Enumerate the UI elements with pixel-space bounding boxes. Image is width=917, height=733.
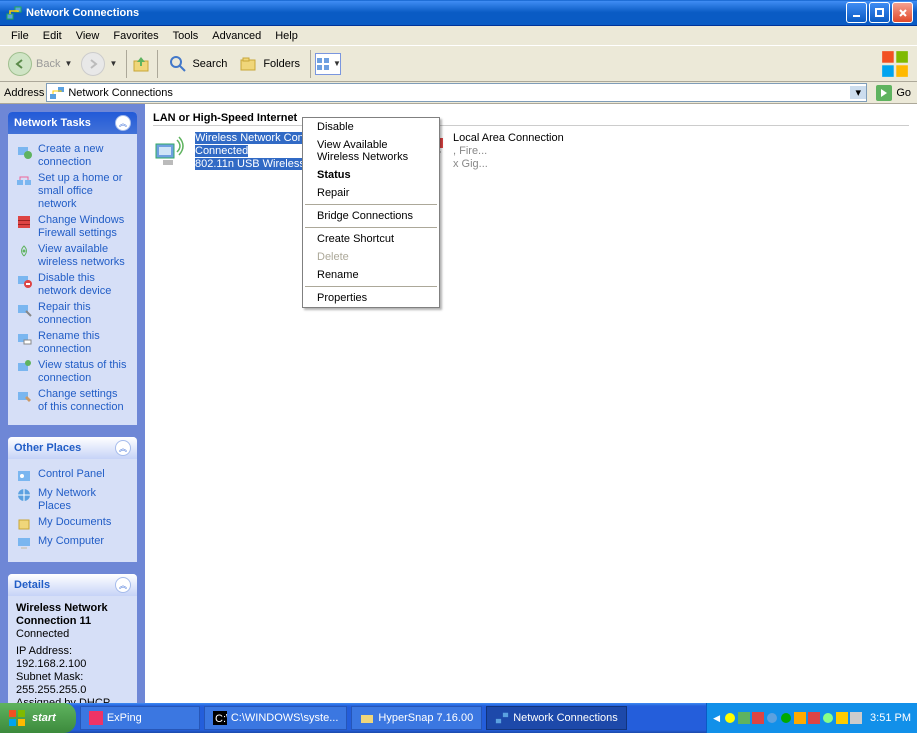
menu-tools[interactable]: Tools xyxy=(166,28,206,44)
ctx-bridge[interactable]: Bridge Connections xyxy=(303,207,439,225)
svg-text:C:\: C:\ xyxy=(215,713,227,725)
tray-icon[interactable] xyxy=(766,712,778,724)
task-view-status[interactable]: View status of this connection xyxy=(16,359,129,385)
windows-logo-icon xyxy=(877,46,913,82)
title-bar: Network Connections xyxy=(0,0,917,26)
tray-icon[interactable] xyxy=(850,712,862,724)
details-header[interactable]: Details ︽ xyxy=(8,574,137,596)
tray-icon[interactable] xyxy=(822,712,834,724)
task-rename-connection[interactable]: Rename this connection xyxy=(16,330,129,356)
task-view-wireless[interactable]: View available wireless networks xyxy=(16,243,129,269)
maximize-button[interactable] xyxy=(869,2,890,23)
go-button[interactable]: Go xyxy=(869,84,917,102)
wireless-connection-icon xyxy=(153,132,189,168)
taskbar-item-hypersnap[interactable]: HyperSnap 7.16.00 xyxy=(351,706,482,730)
tray-icon[interactable] xyxy=(738,712,750,724)
taskbar-item-cmd[interactable]: C:\C:\WINDOWS\syste... xyxy=(204,706,348,730)
category-header: LAN or High-Speed Internet xyxy=(153,112,909,126)
taskbar: start ExPing C:\C:\WINDOWS\syste... Hype… xyxy=(0,703,917,733)
other-places-panel: Other Places ︽ Control Panel My Network … xyxy=(8,437,137,562)
address-label: Address xyxy=(4,87,44,99)
task-repair-connection[interactable]: Repair this connection xyxy=(16,301,129,327)
ctx-delete: Delete xyxy=(303,248,439,266)
taskbar-item-network-connections[interactable]: Network Connections xyxy=(486,706,627,730)
network-tasks-header[interactable]: Network Tasks ︽ xyxy=(8,112,137,134)
address-input[interactable]: Network Connections ▾ xyxy=(46,83,867,102)
ctx-shortcut[interactable]: Create Shortcut xyxy=(303,230,439,248)
tray-icon[interactable] xyxy=(724,712,736,724)
close-button[interactable] xyxy=(892,2,913,23)
link-control-panel[interactable]: Control Panel xyxy=(16,468,129,484)
search-button[interactable]: Search xyxy=(162,52,233,76)
task-firewall-settings[interactable]: Change Windows Firewall settings xyxy=(16,214,129,240)
taskbar-item-exping[interactable]: ExPing xyxy=(80,706,200,730)
collapse-icon[interactable]: ︽ xyxy=(115,577,131,593)
details-panel: Details ︽ Wireless Network Connection 11… xyxy=(8,574,137,703)
network-connections-icon xyxy=(49,85,65,101)
tray-icon[interactable] xyxy=(836,712,848,724)
ctx-status[interactable]: Status xyxy=(303,166,439,184)
forward-button[interactable]: ▼ xyxy=(77,50,120,78)
task-setup-network[interactable]: Set up a home or small office network xyxy=(16,172,129,211)
link-network-places[interactable]: My Network Places xyxy=(16,487,129,513)
tray-icon[interactable] xyxy=(794,712,806,724)
ctx-repair[interactable]: Repair xyxy=(303,184,439,202)
tray-icon[interactable] xyxy=(808,712,820,724)
window-title: Network Connections xyxy=(26,7,139,19)
context-menu: Disable View Available Wireless Networks… xyxy=(302,117,440,308)
menu-advanced[interactable]: Advanced xyxy=(205,28,268,44)
views-button[interactable]: ▼ xyxy=(315,53,341,75)
folders-button[interactable]: Folders xyxy=(233,52,306,76)
go-icon xyxy=(875,84,893,102)
link-my-computer[interactable]: My Computer xyxy=(16,535,129,551)
windows-logo-icon xyxy=(8,709,26,727)
main-view: LAN or High-Speed Internet Wireless Netw… xyxy=(145,104,917,703)
tray-icon[interactable] xyxy=(752,712,764,724)
address-dropdown-icon[interactable]: ▾ xyxy=(850,86,866,99)
system-tray: ◀ 3:51 PM xyxy=(706,703,917,733)
tray-icon[interactable] xyxy=(780,712,792,724)
ctx-rename[interactable]: Rename xyxy=(303,266,439,284)
minimize-button[interactable] xyxy=(846,2,867,23)
task-disable-device[interactable]: Disable this network device xyxy=(16,272,129,298)
menu-view[interactable]: View xyxy=(69,28,107,44)
folders-icon xyxy=(239,54,259,74)
connection-lan[interactable]: Local Area Connection , Fire... x Gig... xyxy=(411,132,661,171)
sidebar: Network Tasks ︽ Create a new connection … xyxy=(0,104,145,703)
menu-file[interactable]: File xyxy=(4,28,36,44)
back-dropdown-icon[interactable]: ▼ xyxy=(64,59,71,68)
start-button[interactable]: start xyxy=(0,703,76,733)
up-button[interactable] xyxy=(131,53,153,75)
ctx-properties[interactable]: Properties xyxy=(303,289,439,307)
menu-favorites[interactable]: Favorites xyxy=(106,28,165,44)
search-icon xyxy=(168,54,188,74)
link-my-documents[interactable]: My Documents xyxy=(16,516,129,532)
toolbar: Back ▼ ▼ Search Folders ▼ xyxy=(0,46,917,82)
ctx-view-networks[interactable]: View Available Wireless Networks xyxy=(303,136,439,166)
menu-bar: File Edit View Favorites Tools Advanced … xyxy=(0,26,917,46)
menu-edit[interactable]: Edit xyxy=(36,28,69,44)
other-places-header[interactable]: Other Places ︽ xyxy=(8,437,137,459)
address-bar: Address Network Connections ▾ Go xyxy=(0,82,917,104)
task-change-settings[interactable]: Change settings of this connection xyxy=(16,388,129,414)
network-tasks-panel: Network Tasks ︽ Create a new connection … xyxy=(8,112,137,425)
collapse-icon[interactable]: ︽ xyxy=(115,115,131,131)
collapse-icon[interactable]: ︽ xyxy=(115,440,131,456)
ctx-disable[interactable]: Disable xyxy=(303,118,439,136)
clock[interactable]: 3:51 PM xyxy=(870,712,911,724)
task-create-connection[interactable]: Create a new connection xyxy=(16,143,129,169)
details-body: Wireless Network Connection 11 Connected… xyxy=(8,596,137,703)
back-button[interactable]: Back ▼ xyxy=(4,50,75,78)
tray-expand-icon[interactable]: ◀ xyxy=(713,713,720,724)
network-connections-icon xyxy=(6,5,22,21)
menu-help[interactable]: Help xyxy=(268,28,305,44)
forward-dropdown-icon[interactable]: ▼ xyxy=(109,59,116,68)
